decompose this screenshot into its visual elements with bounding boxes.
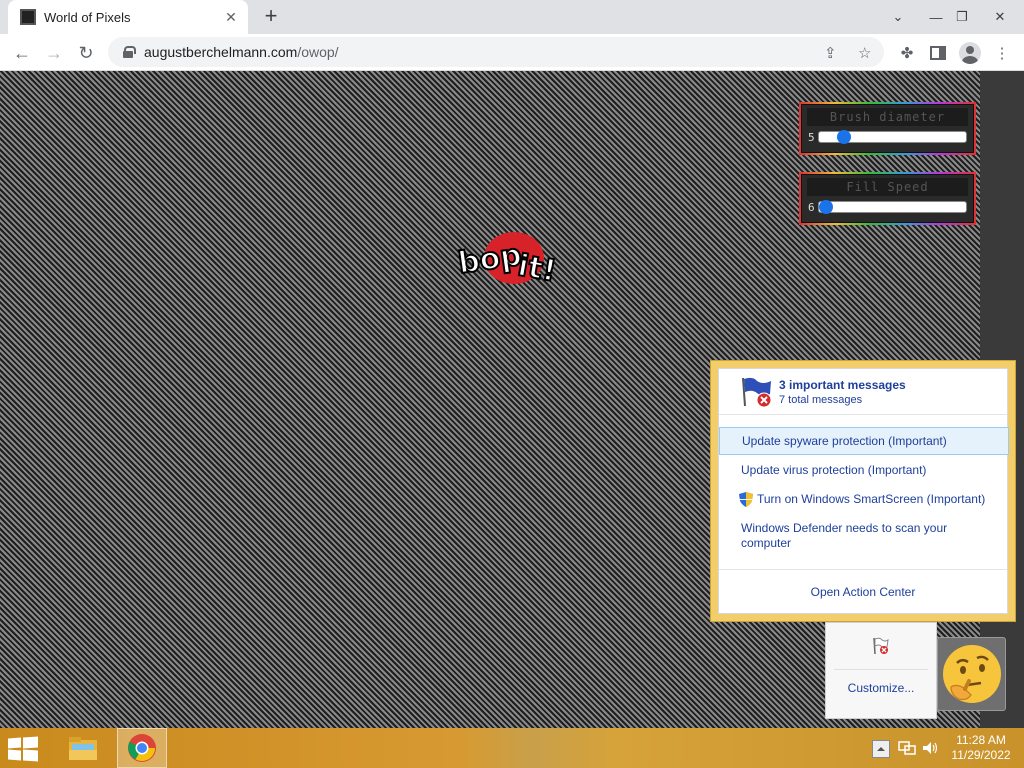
item-label: Update spyware protection (Important)	[742, 434, 947, 448]
item-label: Turn on Windows SmartScreen (Important)	[757, 492, 986, 506]
uac-shield-icon	[739, 491, 753, 507]
extensions-puzzle-icon[interactable]: ✤	[896, 42, 918, 64]
brush-diameter-slider[interactable]	[818, 130, 967, 144]
update-spyware-link[interactable]: Update spyware protection (Important)	[719, 427, 1009, 455]
thinking-emoji-image	[937, 637, 1006, 711]
close-window-button[interactable]: ✕	[984, 0, 1016, 34]
action-center-flyout: 3 important messages 7 total messages Up…	[710, 360, 1016, 622]
taskbar: 11:28 AM 11/29/2022	[0, 728, 1024, 768]
folder-icon	[69, 737, 97, 760]
address-bar[interactable]: augustberchelmann.com/owop/ ⇪ ☆	[108, 37, 884, 67]
fill-speed-value: 6	[808, 200, 815, 214]
url-path: /owop/	[297, 44, 339, 60]
brush-diameter-value: 5	[808, 130, 815, 144]
bop-it-logo: bop it!	[456, 232, 560, 286]
owop-favicon-icon	[20, 9, 36, 25]
browser-tab[interactable]: World of Pixels ✕	[8, 0, 248, 34]
item-label: Update virus protection (Important)	[741, 463, 927, 477]
action-center-flag-icon	[742, 377, 772, 407]
slider-thumb[interactable]	[836, 130, 851, 144]
fill-speed-slider[interactable]	[818, 200, 967, 214]
volume-icon[interactable]	[921, 740, 938, 756]
smartscreen-link[interactable]: Turn on Windows SmartScreen (Important)	[719, 486, 1009, 512]
svg-text:it!: it!	[515, 248, 559, 286]
messages-title[interactable]: 3 important messages	[779, 378, 906, 392]
action-center-tray-icon[interactable]	[871, 637, 891, 655]
tab-title: World of Pixels	[44, 9, 131, 25]
forward-button[interactable]: →	[40, 39, 68, 67]
open-action-center-link[interactable]: Open Action Center	[719, 569, 1007, 613]
tab-search-icon[interactable]: ⌄	[882, 0, 914, 34]
share-icon[interactable]: ⇪	[824, 44, 837, 62]
overflow-divider	[834, 669, 928, 670]
update-virus-link[interactable]: Update virus protection (Important)	[719, 457, 1009, 483]
messages-subtitle[interactable]: 7 total messages	[779, 394, 906, 406]
flyout-header: 3 important messages 7 total messages	[719, 369, 1007, 415]
clock-date: 11/29/2022	[951, 748, 1011, 762]
new-tab-button[interactable]: +	[258, 4, 284, 30]
back-button[interactable]: ←	[8, 39, 36, 67]
notification-overflow: Customize...	[825, 622, 937, 719]
side-panel-icon[interactable]	[927, 42, 949, 64]
chrome-icon	[128, 734, 156, 762]
menu-kebab-icon[interactable]: ⋮	[991, 42, 1013, 64]
close-tab-icon[interactable]: ✕	[222, 9, 240, 26]
defender-scan-link[interactable]: Windows Defender needs to scan your comp…	[719, 519, 959, 553]
clock-time: 11:28 AM	[956, 733, 1006, 747]
browser-toolbar: ← → ↻ augustberchelmann.com/owop/ ⇪ ☆ ✤ …	[0, 34, 1024, 71]
windows-start-button[interactable]	[8, 736, 38, 762]
item-label: Windows Defender needs to scan your comp…	[741, 521, 948, 550]
brush-diameter-title: Brush diameter	[807, 108, 968, 126]
file-explorer-taskbar-button[interactable]	[58, 728, 108, 768]
fill-speed-window: Fill Speed 6	[799, 172, 976, 225]
thinking-face-icon	[942, 645, 1001, 703]
network-icon[interactable]	[898, 740, 916, 756]
chrome-taskbar-button[interactable]	[117, 728, 167, 768]
restore-button[interactable]: ❐	[946, 0, 978, 34]
show-hidden-icons-button[interactable]	[872, 740, 890, 758]
url-host: augustberchelmann.com	[144, 44, 298, 60]
profile-avatar-icon[interactable]	[959, 42, 981, 64]
reload-button[interactable]: ↻	[72, 39, 100, 67]
fill-speed-title: Fill Speed	[807, 178, 968, 196]
lock-icon[interactable]	[122, 46, 136, 58]
bookmark-star-icon[interactable]: ☆	[858, 44, 871, 62]
customize-link[interactable]: Customize...	[826, 681, 936, 695]
tab-bar: World of Pixels ✕ + ⌄ — ❐ ✕	[0, 0, 1024, 34]
brush-diameter-window: Brush diameter 5	[799, 102, 976, 155]
system-clock[interactable]: 11:28 AM 11/29/2022	[942, 733, 1020, 763]
slider-thumb[interactable]	[819, 200, 834, 214]
